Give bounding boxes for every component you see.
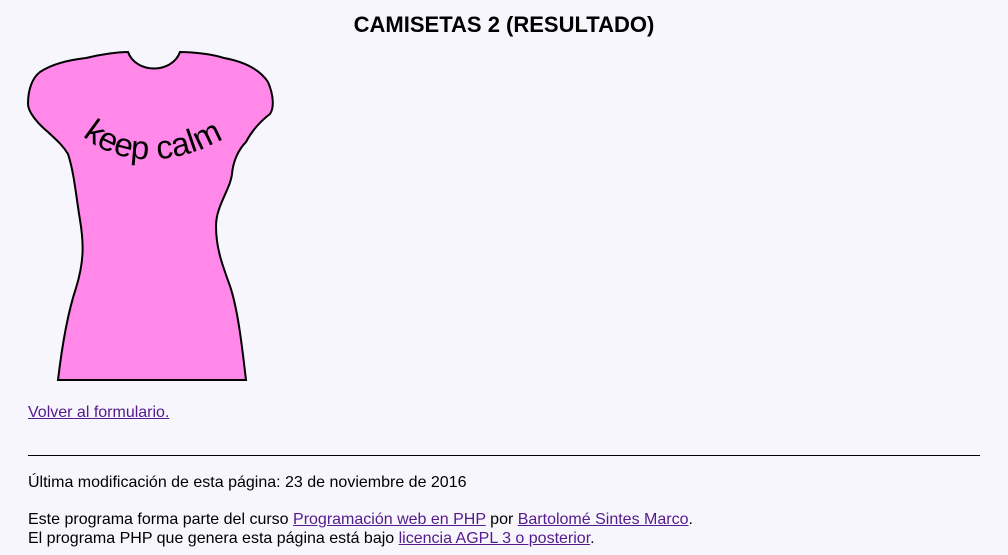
license-prefix: El programa PHP que genera esta página e… (28, 530, 399, 547)
tshirt-image: keep calm (26, 50, 274, 381)
course-link[interactable]: Programación web en PHP (293, 511, 486, 528)
author-link[interactable]: Bartolomé Sintes Marco (518, 511, 689, 528)
course-suffix: . (688, 511, 693, 528)
back-to-form-link[interactable]: Volver al formulario. (28, 404, 169, 422)
last-modified-date: 23 de noviembre de 2016 (285, 474, 467, 491)
license-line: El programa PHP que genera esta página e… (28, 529, 595, 548)
course-prefix: Este programa forma parte del curso (28, 511, 294, 528)
license-link[interactable]: licencia AGPL 3 o posterior (399, 530, 591, 547)
tshirt-body (26, 50, 274, 381)
page: CAMISETAS 2 (RESULTADO) keep calm Volver… (0, 0, 1008, 555)
footer-divider (28, 455, 980, 456)
page-title: CAMISETAS 2 (RESULTADO) (353, 12, 655, 37)
last-modified-line: Última modificación de esta página: 23 d… (28, 473, 467, 492)
last-modified-prefix: Última modificación de esta página: (28, 474, 286, 491)
course-middle: por (485, 511, 518, 528)
course-line: Este programa forma parte del curso Prog… (28, 510, 693, 529)
license-suffix: . (590, 530, 595, 547)
